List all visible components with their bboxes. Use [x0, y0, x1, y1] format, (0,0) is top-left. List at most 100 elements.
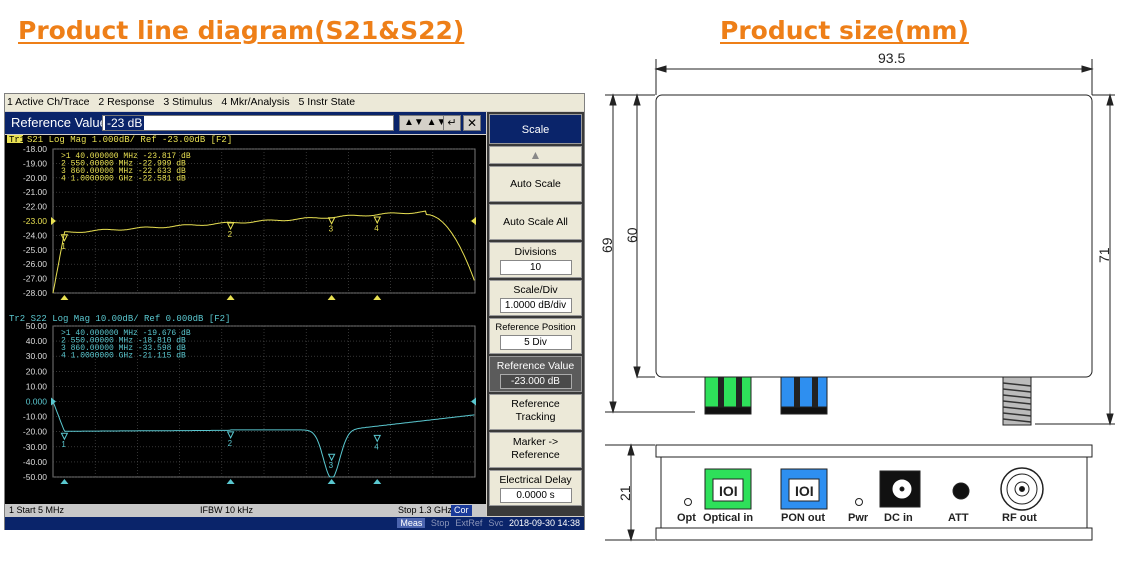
marker-triangle [373, 216, 382, 225]
marker-axis-triangle [226, 479, 235, 484]
marker-axis-triangle [373, 295, 382, 300]
ref-tracking-label1: Reference [511, 398, 560, 410]
ref-position-label: Reference Position [495, 322, 576, 333]
marker-axis-triangle [60, 295, 69, 300]
port-face-text: IOI [795, 483, 814, 499]
dim-60-label: 60 [624, 227, 640, 243]
trace-header: S21 Log Mag 1.000dB/ Ref -23.00dB [F2] [27, 135, 232, 145]
arrow [633, 93, 641, 106]
auto-scale-all-button[interactable]: Auto Scale All [489, 204, 582, 240]
marker-number: 3 [329, 225, 334, 234]
optical-in-connector [704, 376, 752, 408]
marker-triangle [226, 431, 235, 440]
stop-freq: Stop 1.3 GHz [398, 505, 453, 515]
ref-arrow [471, 397, 476, 406]
label-optical-in: Optical in [703, 512, 753, 524]
scale-div-value: 1.0000 dB/div [499, 298, 572, 313]
y-tick-label: -27.00 [23, 274, 47, 284]
front-top-flange [655, 444, 1093, 458]
att-knob [952, 482, 970, 500]
marker-axis-triangle [373, 479, 382, 484]
y-tick-label: 40.00 [26, 336, 48, 346]
y-tick-label: -20.00 [23, 427, 47, 437]
menu-response[interactable]: 2 Response [98, 96, 154, 108]
enter-icon[interactable]: ↵ [443, 115, 461, 131]
arrow [633, 366, 641, 379]
marker-triangle [60, 234, 69, 242]
auto-scale-button[interactable]: Auto Scale [489, 166, 582, 202]
trace-line [52, 210, 475, 294]
marker-number: 2 [228, 439, 233, 448]
y-tick-label: 20.00 [26, 366, 48, 376]
marker-number: 4 [374, 442, 379, 451]
arrow [609, 401, 617, 414]
cor-badge: Cor [451, 505, 472, 516]
marker-axis-triangle [327, 479, 336, 484]
marker-readout: 4 1.0000000 GHz -21.115 dB [61, 352, 186, 361]
connector-base [704, 406, 752, 415]
elec-delay-button[interactable]: Electrical Delay 0.0000 s [489, 470, 582, 506]
ref-value-button[interactable]: Reference Value -23.000 dB [489, 356, 582, 392]
ref-tracking-button[interactable]: Reference Tracking [489, 394, 582, 430]
menu-mkr-analysis[interactable]: 4 Mkr/Analysis [221, 96, 289, 108]
dim-width-label: 93.5 [878, 50, 905, 66]
marker-number: 2 [228, 230, 233, 239]
marker-ref-label2: Reference [511, 449, 560, 461]
ifbw: IFBW 10 kHz [200, 505, 254, 515]
marker-ref-button[interactable]: Marker -> Reference [489, 432, 582, 468]
label-opt: Opt [677, 512, 696, 524]
connector-slot [812, 377, 818, 407]
trace-plot: Tr1 S21 Log Mag 1.000dB/ Ref -23.00dB [F2… [7, 133, 476, 484]
marker-number: 1 [61, 242, 66, 251]
marker-triangle [60, 432, 69, 441]
y-tick-label: -40.00 [23, 457, 47, 467]
ref-tracking-label2: Tracking [515, 411, 556, 423]
label-rf-out: RF out [1002, 512, 1037, 524]
y-tick-label: -19.00 [23, 158, 47, 168]
marker-triangle [327, 453, 336, 462]
menu-instr-state[interactable]: 5 Instr State [299, 96, 356, 108]
arrow [609, 93, 617, 106]
arrow [1106, 93, 1114, 106]
y-tick-label: 30.00 [26, 351, 48, 361]
dc-jack-pin [899, 486, 905, 492]
port-face-text: IOI [719, 483, 738, 499]
extref-badge: ExtRef [455, 518, 483, 528]
stop-badge: Stop [430, 518, 450, 528]
menu-active-ch[interactable]: 1 Active Ch/Trace [7, 96, 89, 108]
marker-axis-triangle [60, 479, 69, 484]
elec-delay-label: Electrical Delay [499, 474, 572, 486]
marker-number: 4 [374, 224, 379, 233]
y-tick-label: 0.000 [26, 397, 48, 407]
entry-label: Reference Value [11, 115, 107, 130]
arrow [1081, 65, 1094, 73]
arrow [1106, 413, 1114, 426]
marker-number: 3 [329, 461, 334, 470]
dimension-drawing: 93.5 69 60 71 21 IOI IOI Opt Optical in … [599, 50, 1115, 542]
close-icon[interactable]: ✕ [463, 115, 481, 131]
divisions-button[interactable]: Divisions 10 [489, 242, 582, 278]
menu-stimulus[interactable]: 3 Stimulus [163, 96, 212, 108]
marker-number: 1 [61, 440, 66, 449]
scroll-down-button[interactable] [489, 508, 582, 515]
scroll-up-button[interactable]: ▲ [489, 146, 582, 164]
y-tick-label: 50.00 [26, 321, 48, 331]
elec-delay-value: 0.0000 s [499, 488, 572, 503]
marker-triangle [226, 222, 235, 231]
plot-area: Tr1 S21 Log Mag 1.000dB/ Ref -23.00dB [F2… [5, 133, 486, 504]
ref-value-label: Reference Value [496, 360, 575, 372]
front-bottom-flange [655, 527, 1093, 541]
network-analyzer-window: 1 Active Ch/Trace 2 Response 3 Stimulus … [4, 93, 585, 530]
marker-triangle [373, 434, 382, 443]
ref-position-button[interactable]: Reference Position 5 Div [489, 318, 582, 354]
datetime: 2018-09-30 14:38 [508, 518, 580, 528]
scale-div-button[interactable]: Scale/Div 1.0000 dB/div [489, 280, 582, 316]
entry-bar: Reference Value -23 dB ▲▼ ▲▼ ↵ ✕ [5, 112, 486, 134]
entry-input[interactable]: -23 dB [102, 115, 394, 131]
marker-ref-label1: Marker -> [512, 436, 559, 448]
label-att: ATT [948, 512, 969, 524]
y-tick-label: -21.00 [23, 187, 47, 197]
y-tick-label: -25.00 [23, 245, 47, 255]
rf-out-pin [1019, 486, 1025, 492]
marker-axis-triangle [226, 295, 235, 300]
